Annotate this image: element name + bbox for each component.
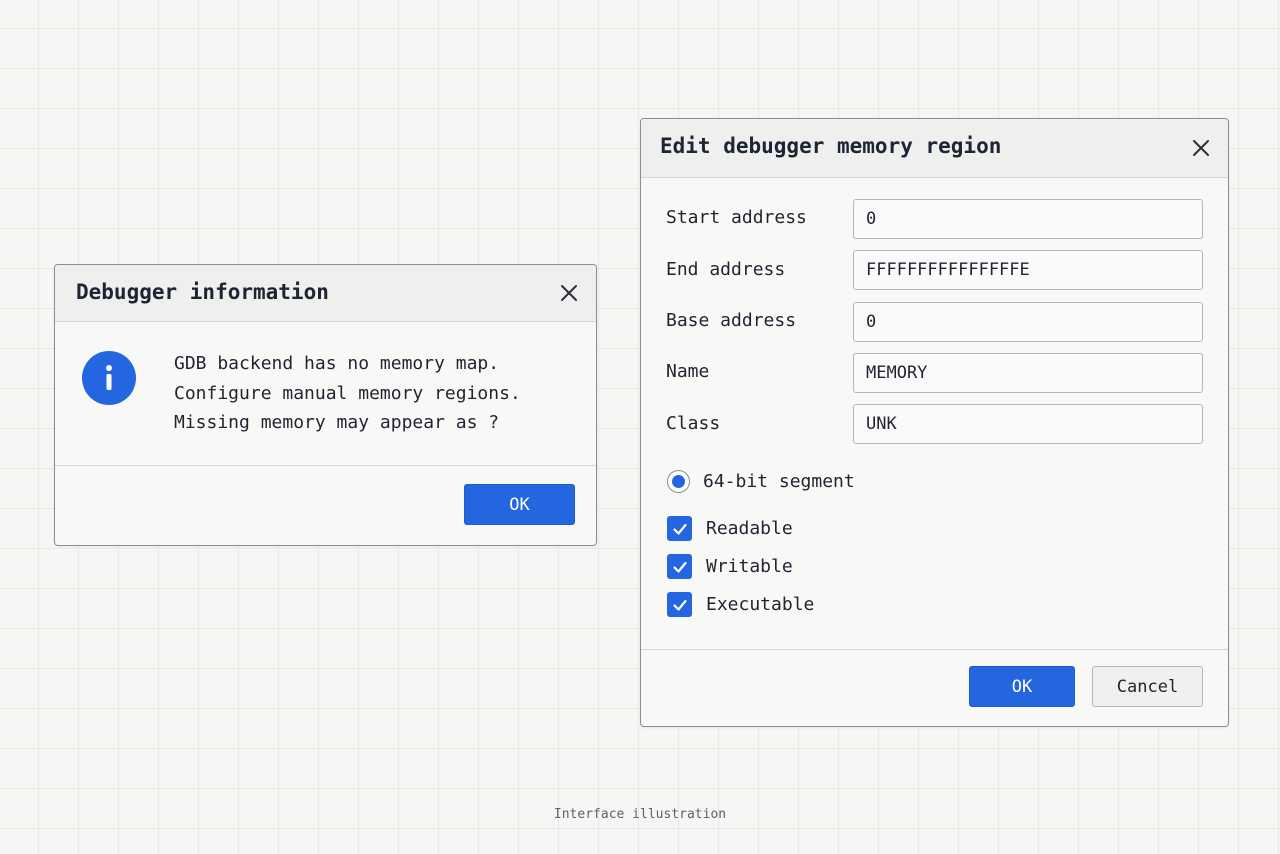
dialog-titlebar: Edit debugger memory region bbox=[641, 119, 1228, 178]
64-bit-segment-radio[interactable]: 64-bit segment bbox=[667, 470, 855, 493]
start-address-field[interactable] bbox=[853, 199, 1203, 239]
class-field[interactable] bbox=[853, 404, 1203, 444]
close-icon[interactable] bbox=[556, 280, 582, 306]
writable-checkbox[interactable]: Writable bbox=[667, 554, 793, 579]
dialog-titlebar: Debugger information bbox=[55, 265, 596, 322]
base-address-label: Base address bbox=[666, 310, 797, 331]
info-icon bbox=[82, 351, 136, 405]
checkmark-icon[interactable] bbox=[667, 516, 692, 541]
ok-button[interactable]: OK bbox=[464, 484, 575, 525]
dialog-footer: OK bbox=[55, 465, 596, 545]
caption: Interface illustration bbox=[553, 807, 727, 822]
base-address-field[interactable] bbox=[853, 302, 1203, 342]
close-icon[interactable] bbox=[1188, 135, 1214, 161]
radio-button[interactable] bbox=[667, 470, 690, 493]
checkmark-icon[interactable] bbox=[667, 592, 692, 617]
writable-label: Writable bbox=[706, 556, 793, 577]
dialog-title: Debugger information bbox=[76, 280, 329, 304]
readable-checkbox[interactable]: Readable bbox=[667, 516, 793, 541]
class-label: Class bbox=[666, 413, 721, 434]
message-line: Missing memory may appear as ? bbox=[174, 412, 500, 433]
name-label: Name bbox=[666, 361, 710, 382]
64-bit-segment-label: 64-bit segment bbox=[703, 471, 855, 492]
start-address-label: Start address bbox=[666, 207, 807, 228]
dialog-title: Edit debugger memory region bbox=[660, 134, 1002, 158]
radio-selected-dot bbox=[672, 475, 685, 488]
ok-button[interactable]: OK bbox=[969, 666, 1075, 707]
info-message: GDB backend has no memory map. Configure… bbox=[174, 349, 521, 438]
edit-memory-region-dialog: Edit debugger memory region Start addres… bbox=[640, 118, 1229, 727]
message-line: Configure manual memory regions. bbox=[174, 382, 521, 404]
end-address-field[interactable] bbox=[853, 250, 1203, 290]
name-field[interactable] bbox=[853, 353, 1203, 393]
debugger-info-dialog: Debugger information GDB backend has no … bbox=[54, 264, 597, 546]
checkmark-icon[interactable] bbox=[667, 554, 692, 579]
end-address-label: End address bbox=[666, 259, 786, 280]
executable-label: Executable bbox=[706, 594, 815, 615]
readable-label: Readable bbox=[706, 518, 793, 539]
message-line: GDB backend has no memory map. bbox=[174, 353, 500, 374]
dialog-footer: OK Cancel bbox=[641, 649, 1228, 726]
cancel-button[interactable]: Cancel bbox=[1092, 666, 1203, 707]
executable-checkbox[interactable]: Executable bbox=[667, 592, 814, 617]
